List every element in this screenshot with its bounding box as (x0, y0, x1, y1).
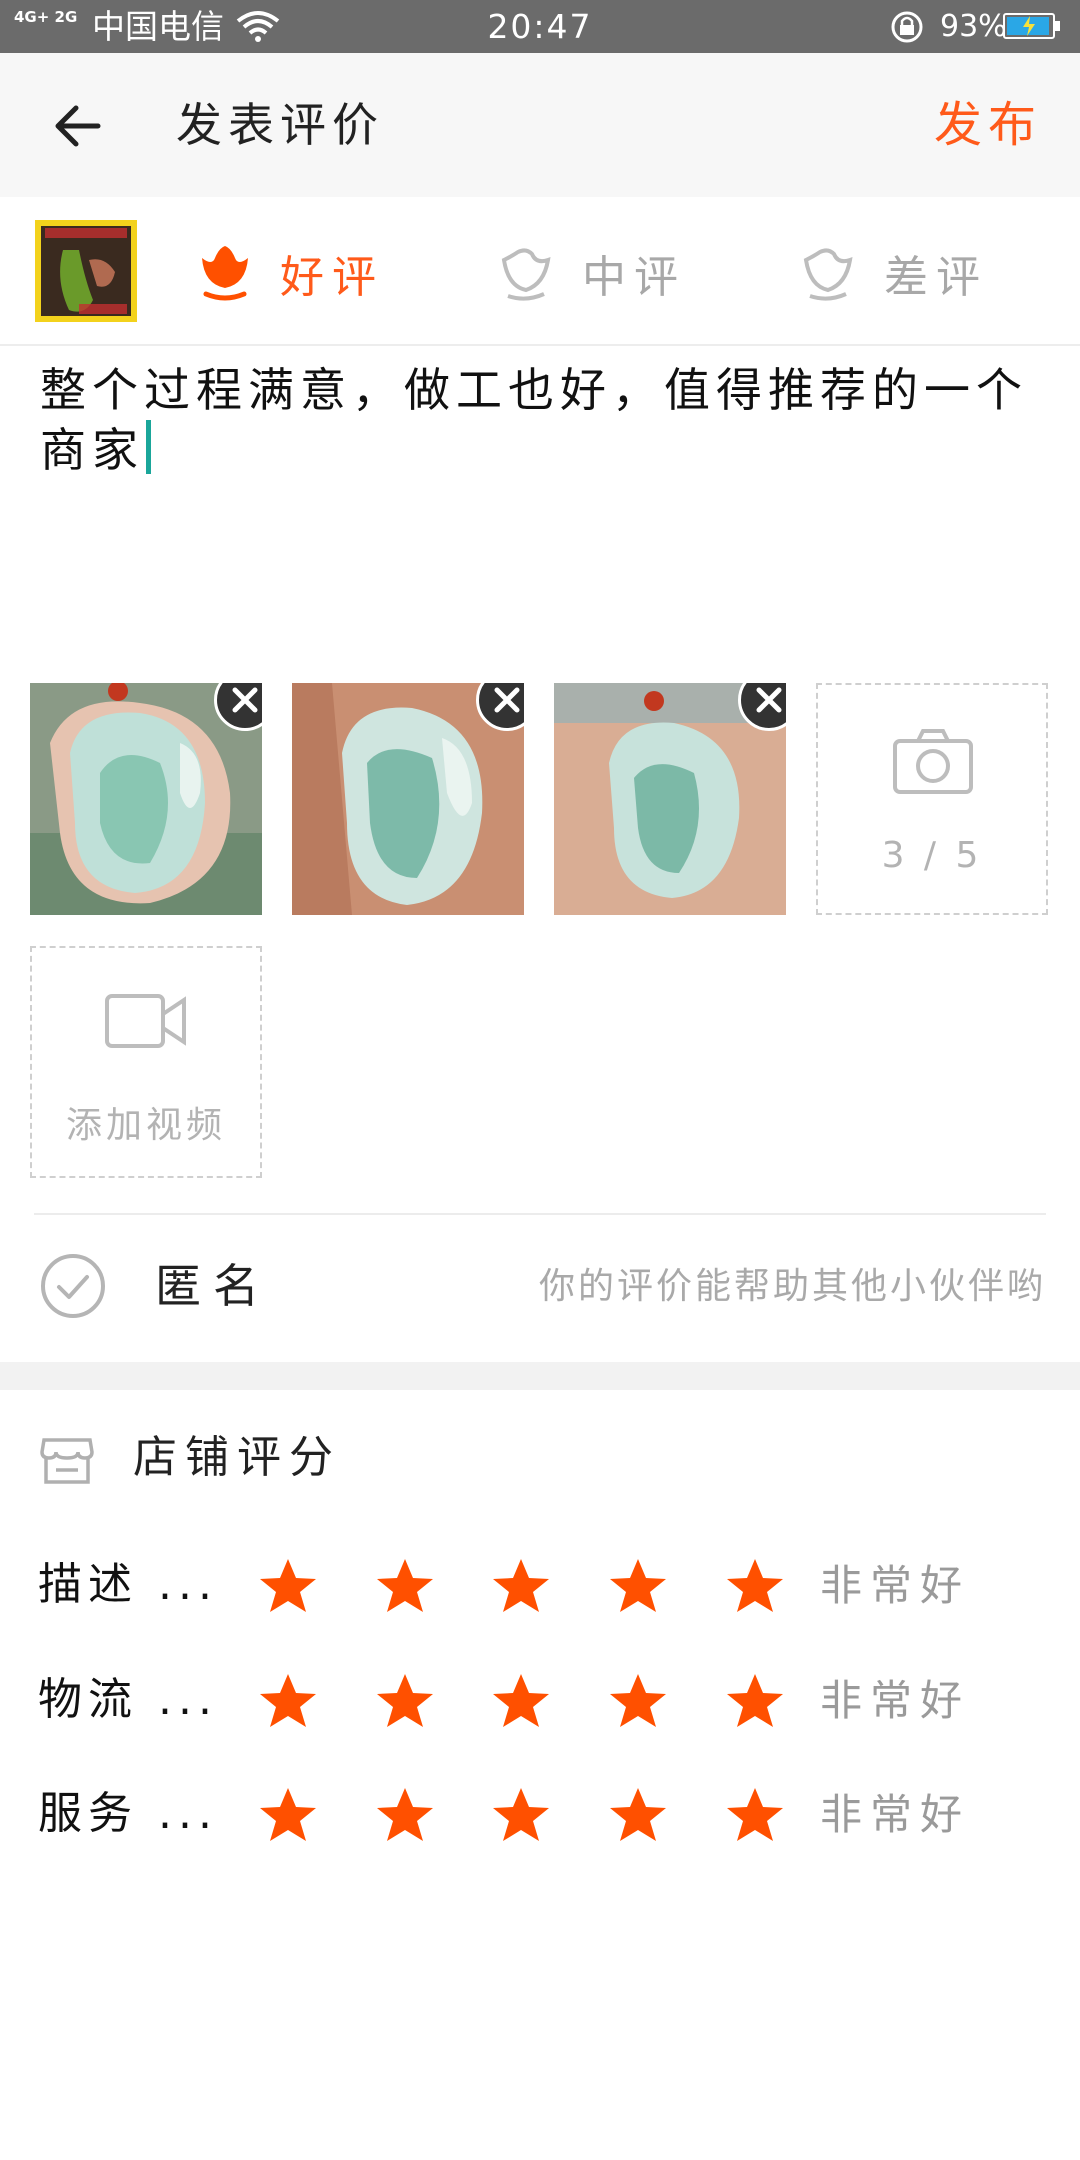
photo-count: 3 / 5 (881, 835, 983, 876)
review-photo[interactable] (292, 683, 524, 915)
add-video-label: 添加视频 (65, 1105, 226, 1146)
star-icon[interactable] (257, 1785, 319, 1847)
star-icon[interactable] (257, 1556, 319, 1618)
score-row-description: 描述 ... 非常好 (0, 1546, 1080, 1626)
flower-icon (202, 246, 248, 301)
product-thumbnail (35, 220, 137, 322)
anonymous-hint: 你的评价能帮助其他小伙伴哟 (538, 1266, 1046, 1307)
page-title: 发表评价 (176, 98, 384, 152)
star-icon[interactable] (490, 1671, 552, 1733)
rating-option-label: 差评 (884, 252, 988, 303)
delete-photo-button[interactable] (476, 683, 524, 731)
add-video-button[interactable]: 添加视频 (30, 946, 262, 1178)
anonymous-checkbox[interactable] (40, 1253, 106, 1319)
text-cursor (146, 420, 151, 474)
star-icon[interactable] (607, 1671, 669, 1733)
camera-icon (893, 729, 973, 794)
star-icon[interactable] (724, 1671, 786, 1733)
lock-rotation-icon (891, 11, 923, 43)
score-row-service: 服务 ... 非常好 (0, 1775, 1080, 1855)
score-verdict: 非常好 (820, 1676, 971, 1725)
review-photo[interactable] (554, 683, 786, 915)
status-bar: 4G+ 2G 中国电信 20:47 93% (0, 0, 1080, 53)
delete-photo-button[interactable] (214, 683, 262, 731)
star-icon[interactable] (607, 1556, 669, 1618)
shop-rating-title: 店铺评分 (133, 1432, 341, 1483)
flower-outline-icon (803, 248, 853, 301)
star-icon[interactable] (374, 1785, 436, 1847)
divider (34, 1213, 1046, 1215)
score-verdict: 非常好 (820, 1790, 971, 1839)
score-row-logistics: 物流 ... 非常好 (0, 1661, 1080, 1741)
battery-icon (1003, 13, 1060, 39)
rating-option-neutral[interactable]: 中评 (498, 238, 686, 308)
score-label: 描述 ... (38, 1559, 218, 1610)
app-header: 发表评价 发布 (0, 53, 1080, 197)
add-photo-button[interactable]: 3 / 5 (816, 683, 1048, 915)
rating-option-good[interactable]: 好评 (198, 238, 384, 308)
review-text: 整个过程满意，做工也好，值得推荐的一个商家 (40, 363, 1028, 477)
flower-outline-icon (501, 248, 551, 301)
star-icon[interactable] (490, 1556, 552, 1618)
rating-selector: 好评 中评 差评 (0, 198, 1080, 346)
arrow-left-icon[interactable] (50, 99, 104, 153)
close-icon (756, 687, 782, 713)
star-icon[interactable] (607, 1785, 669, 1847)
publish-button[interactable]: 发布 (934, 97, 1042, 153)
star-icon[interactable] (490, 1785, 552, 1847)
star-icon[interactable] (257, 1671, 319, 1733)
score-label: 物流 ... (38, 1674, 218, 1725)
rating-option-bad[interactable]: 差评 (800, 238, 988, 308)
star-icon[interactable] (724, 1556, 786, 1618)
battery-percent: 93% (940, 9, 1007, 44)
section-gap (0, 1362, 1080, 1390)
video-camera-icon (105, 994, 186, 1048)
star-icon[interactable] (374, 1671, 436, 1733)
review-textarea[interactable]: 整个过程满意，做工也好，值得推荐的一个商家 (40, 360, 1040, 480)
close-icon (494, 687, 520, 713)
star-icon[interactable] (374, 1556, 436, 1618)
shop-icon (40, 1438, 94, 1484)
score-label: 服务 ... (38, 1788, 218, 1839)
close-icon (232, 687, 258, 713)
rating-option-label: 中评 (582, 252, 686, 303)
score-verdict: 非常好 (820, 1561, 971, 1610)
anonymous-label: 匿名 (155, 1259, 271, 1313)
rating-option-label: 好评 (280, 252, 384, 303)
review-photo[interactable] (30, 683, 262, 915)
star-icon[interactable] (724, 1785, 786, 1847)
delete-photo-button[interactable] (738, 683, 786, 731)
